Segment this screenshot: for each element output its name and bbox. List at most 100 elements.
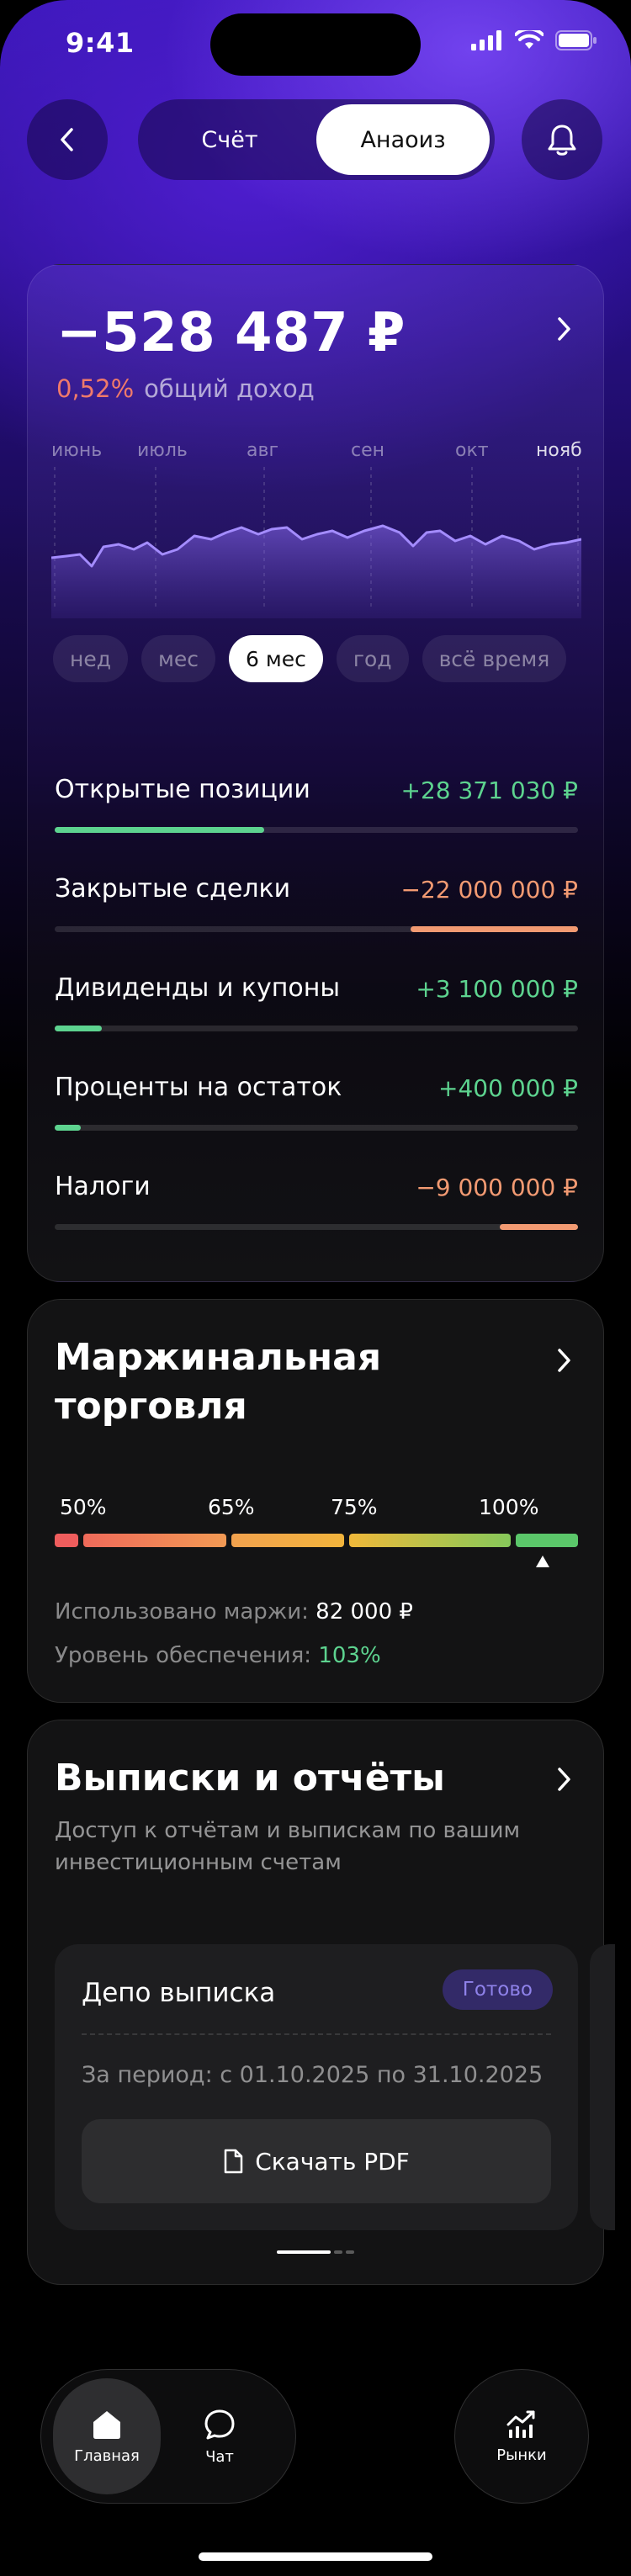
income-percent: 0,52% — [56, 374, 135, 403]
metric-bar-fill — [55, 827, 264, 833]
metric-interest[interactable]: Проценты на остаток +400 000 ₽ — [55, 1073, 578, 1140]
metric-label: Проценты на остаток — [55, 1073, 342, 1102]
metric-bar — [55, 827, 578, 833]
nav-item-chat[interactable]: Чат — [166, 2378, 273, 2494]
dynamic-island — [210, 13, 421, 76]
period-week[interactable]: нед — [53, 635, 129, 682]
markets-chart-icon — [506, 2410, 535, 2438]
margin-title-line2: торговля — [55, 1385, 247, 1428]
chevron-right-icon[interactable] — [556, 1347, 573, 1374]
chevron-right-icon[interactable] — [556, 1766, 573, 1793]
margin-coverage-label: Уровень обеспечения: — [55, 1643, 312, 1668]
month-label: июль — [137, 440, 188, 461]
margin-used-value: 82 000 ₽ — [316, 1599, 413, 1625]
margin-used-label: Использовано маржи: — [55, 1599, 309, 1625]
scale-label: 65% — [208, 1495, 255, 1519]
pager-dot-active — [277, 2250, 331, 2254]
period-month[interactable]: мес — [141, 635, 216, 682]
scale-segment-high-risk — [83, 1534, 226, 1547]
metric-bar — [55, 1125, 578, 1131]
period-6-months[interactable]: 6 мес — [229, 635, 323, 682]
nav-item-home[interactable]: Главная — [53, 2378, 161, 2494]
nav-label: Главная — [74, 2446, 140, 2465]
metric-label: Закрытые сделки — [55, 874, 291, 904]
pager-dot — [334, 2250, 342, 2254]
scale-segment-risk — [231, 1534, 344, 1547]
margin-trading-card[interactable]: Маржинальная торговля 50% 65% 75% 100% И… — [27, 1299, 604, 1703]
status-time: 9:41 — [66, 27, 135, 59]
scale-label: 50% — [60, 1495, 107, 1519]
wifi-icon — [515, 30, 544, 49]
tab-analysis[interactable]: Анаоиз — [316, 104, 490, 175]
metric-value: −9 000 000 ₽ — [416, 1174, 578, 1201]
nav-label: Чат — [205, 2447, 234, 2466]
metric-bar — [55, 926, 578, 932]
chart-area — [51, 526, 581, 618]
download-pdf-button[interactable]: Скачать PDF — [82, 2119, 551, 2203]
notifications-button[interactable] — [522, 99, 602, 180]
total-balance: −528 487 ₽ — [56, 302, 406, 364]
margin-used: Использовано маржи: 82 000 ₽ — [55, 1599, 413, 1625]
margin-level-marker — [536, 1556, 549, 1567]
scale-segment-critical — [55, 1534, 78, 1547]
metric-dividends[interactable]: Дивиденды и купоны +3 100 000 ₽ — [55, 973, 578, 1041]
margin-title-line1: Маржинальная — [55, 1336, 382, 1379]
month-label: сен — [351, 440, 385, 461]
scale-label: 100% — [479, 1495, 539, 1519]
chevron-right-icon[interactable] — [556, 315, 573, 342]
metric-label: Налоги — [55, 1172, 151, 1201]
carousel-pager — [277, 2250, 354, 2254]
home-indicator — [199, 2552, 432, 2561]
statement-item[interactable]: Депо выписка Готово За период: с 01.10.2… — [55, 1944, 578, 2230]
tab-account[interactable]: Счёт — [143, 104, 316, 175]
metric-open-positions[interactable]: Открытые позиции +28 371 030 ₽ — [55, 775, 578, 842]
period-selector: нед мес 6 мес год всё время — [53, 635, 567, 682]
back-button[interactable] — [27, 99, 108, 180]
metric-bar-fill — [55, 1125, 81, 1131]
metric-value: −22 000 000 ₽ — [400, 876, 579, 904]
income-line: 0,52% общий доход — [56, 374, 315, 403]
status-icons — [471, 30, 597, 50]
margin-title: Маржинальная торговля — [55, 1333, 381, 1431]
bottom-nav: Главная Чат — [40, 2369, 296, 2504]
metric-closed-deals[interactable]: Закрытые сделки −22 000 000 ₽ — [55, 874, 578, 941]
metric-bar-fill — [55, 1026, 102, 1031]
metric-label: Дивиденды и купоны — [55, 973, 341, 1003]
bell-icon — [548, 125, 576, 156]
metric-bar — [55, 1224, 578, 1230]
metric-bar-fill — [411, 926, 578, 932]
month-labels: июнь июль авг сен окт нояб — [28, 440, 605, 465]
status-badge: Готово — [442, 1969, 553, 2010]
statements-subtitle: Доступ к отчётам и выпискам по вашим инв… — [55, 1818, 521, 1875]
month-label: авг — [247, 440, 279, 461]
period-all-time[interactable]: всё время — [422, 635, 567, 682]
divider — [82, 2033, 551, 2035]
nav-label: Рынки — [496, 2446, 547, 2464]
month-label: окт — [455, 440, 489, 461]
metric-label: Открытые позиции — [55, 775, 310, 804]
nav-item-markets[interactable]: Рынки — [454, 2369, 589, 2504]
statements-card: Выписки и отчёты Доступ к отчётам и выпи… — [27, 1720, 615, 2285]
metric-value: +400 000 ₽ — [438, 1074, 578, 1102]
chevron-left-icon — [61, 128, 73, 151]
margin-coverage-value: 103% — [318, 1643, 381, 1668]
chat-icon — [204, 2409, 235, 2439]
period-year[interactable]: год — [336, 635, 409, 682]
document-icon — [224, 2149, 243, 2174]
income-chart[interactable] — [51, 467, 581, 618]
battery-icon — [555, 30, 597, 50]
pager-dot — [346, 2250, 354, 2254]
statements-title[interactable]: Выписки и отчёты — [55, 1754, 445, 1803]
metric-taxes[interactable]: Налоги −9 000 000 ₽ — [55, 1172, 578, 1239]
margin-coverage: Уровень обеспечения: 103% — [55, 1643, 381, 1668]
metric-value: +28 371 030 ₽ — [400, 777, 579, 804]
scale-label: 75% — [331, 1495, 378, 1519]
view-switcher: Счёт Анаоиз — [138, 99, 495, 180]
statement-item-next[interactable] — [590, 1944, 615, 2230]
metric-bar-fill — [500, 1224, 578, 1230]
cellular-signal-icon — [471, 30, 501, 50]
metric-bar — [55, 1026, 578, 1031]
month-label-current: нояб — [536, 440, 582, 461]
phone-screen: 9:41 Счёт Анаоиз −528 487 ₽ 0,52% общий … — [0, 0, 631, 2576]
month-label: июнь — [51, 440, 103, 461]
